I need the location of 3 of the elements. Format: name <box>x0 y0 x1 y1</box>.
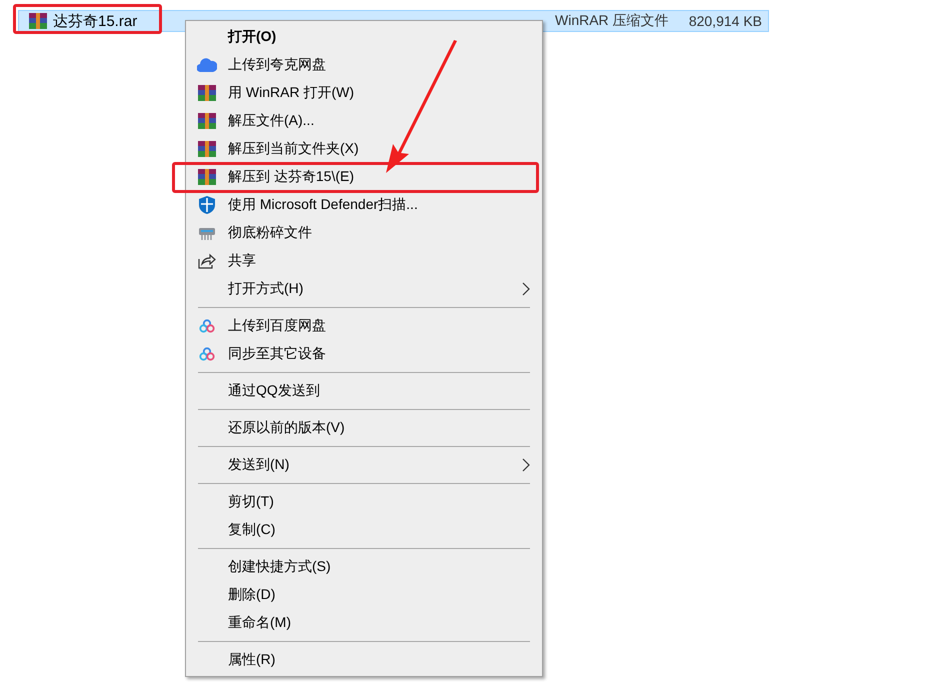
file-size: 820,914 KB <box>688 13 763 29</box>
file-type: WinRAR 压缩文件 <box>555 12 670 30</box>
file-name: 达芬奇15.rar <box>53 12 138 30</box>
